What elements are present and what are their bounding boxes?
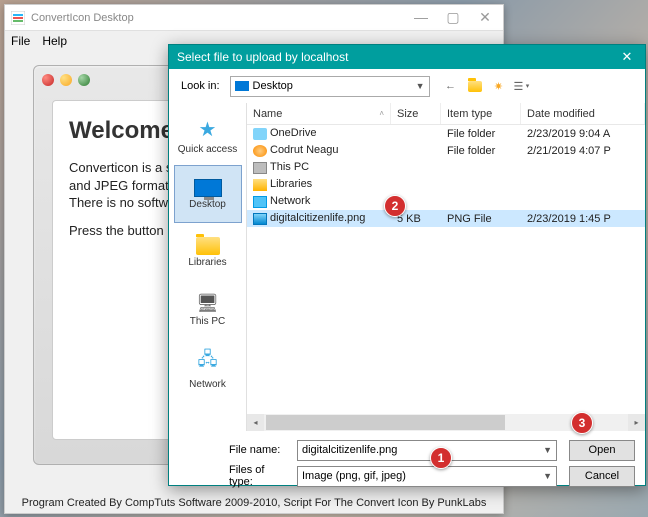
folder-icon <box>196 237 220 255</box>
libraries-icon <box>253 179 267 191</box>
file-type-label: Files of type: <box>179 464 291 488</box>
dialog-bottom: File name: digitalcitizenlife.png ▼ Open… <box>169 431 645 495</box>
desktop-icon <box>235 81 249 91</box>
sort-caret-icon: ˄ <box>379 109 384 118</box>
app-icon <box>11 11 25 25</box>
place-label: This PC <box>190 316 226 327</box>
new-folder-button[interactable]: ✷ <box>490 77 508 95</box>
col-size[interactable]: Size <box>391 103 441 124</box>
menu-help[interactable]: Help <box>42 34 67 48</box>
views-button[interactable]: ☰▾ <box>514 77 532 95</box>
place-libraries[interactable]: Libraries <box>174 223 242 281</box>
monitor-icon <box>194 179 222 197</box>
file-type-value: Image (png, gif, jpeg) <box>302 470 406 482</box>
chevron-down-icon[interactable]: ▼ <box>543 471 552 481</box>
file-name-value: digitalcitizenlife.png <box>302 444 397 456</box>
place-network[interactable]: 🖧 Network <box>174 339 242 397</box>
inner-close-icon[interactable] <box>42 74 54 86</box>
maximize-button[interactable]: ▢ <box>441 9 465 26</box>
col-date[interactable]: Date modified <box>521 103 645 124</box>
cloud-icon <box>253 128 267 140</box>
main-title: ConvertIcon Desktop <box>31 12 134 24</box>
table-row-selected[interactable]: digitalcitizenlife.png 5 KB PNG File 2/2… <box>247 210 645 227</box>
footer-text: Program Created By CompTuts Software 200… <box>5 497 503 509</box>
file-rows: OneDrive File folder 2/23/2019 9:04 A Co… <box>247 125 645 414</box>
table-row[interactable]: OneDrive File folder 2/23/2019 9:04 A <box>247 125 645 142</box>
chevron-down-icon[interactable]: ▼ <box>543 445 552 455</box>
network-icon <box>253 196 267 208</box>
look-in-combo[interactable]: Desktop ▼ <box>230 76 430 97</box>
up-one-level-button[interactable] <box>466 77 484 95</box>
place-label: Network <box>189 379 226 390</box>
file-list-area: Name˄ Size Item type Date modified OneDr… <box>247 103 645 431</box>
close-button[interactable]: ✕ <box>473 9 497 26</box>
place-this-pc[interactable]: 🖥 This PC <box>174 281 242 339</box>
scroll-right-icon[interactable]: ▸ <box>628 414 645 431</box>
file-type-combo[interactable]: Image (png, gif, jpeg) ▼ <box>297 466 557 487</box>
callout-3: 3 <box>571 412 593 434</box>
dialog-toolbar: Look in: Desktop ▼ ← ✷ ☰▾ <box>169 69 645 103</box>
dialog-titlebar[interactable]: Select file to upload by localhost ✕ <box>169 45 645 69</box>
image-file-icon <box>253 213 267 225</box>
table-row[interactable]: This PC <box>247 159 645 176</box>
inner-zoom-icon[interactable] <box>78 74 90 86</box>
chevron-down-icon: ▼ <box>416 81 425 91</box>
callout-2: 2 <box>384 195 406 217</box>
callout-1: 1 <box>430 447 452 469</box>
open-button[interactable]: Open <box>569 440 635 461</box>
col-type[interactable]: Item type <box>441 103 521 124</box>
column-headers: Name˄ Size Item type Date modified <box>247 103 645 125</box>
table-row[interactable]: Network <box>247 193 645 210</box>
col-name[interactable]: Name˄ <box>247 103 391 124</box>
pc-icon: 🖥 <box>196 293 219 314</box>
scroll-thumb[interactable] <box>266 415 505 430</box>
place-desktop[interactable]: Desktop <box>174 165 242 223</box>
place-label: Quick access <box>178 144 237 155</box>
menu-file[interactable]: File <box>11 34 30 48</box>
back-button[interactable]: ← <box>442 77 460 95</box>
scroll-left-icon[interactable]: ◂ <box>247 414 264 431</box>
place-label: Desktop <box>189 199 226 210</box>
network-icon: 🖧 <box>197 347 217 377</box>
place-quick-access[interactable]: ★ Quick access <box>174 107 242 165</box>
table-row[interactable]: Codrut Neagu File folder 2/21/2019 4:07 … <box>247 142 645 159</box>
star-icon: ★ <box>199 117 217 142</box>
file-name-label: File name: <box>179 444 291 456</box>
user-icon <box>253 145 267 157</box>
file-name-input[interactable]: digitalcitizenlife.png ▼ <box>297 440 557 461</box>
look-in-label: Look in: <box>181 80 220 92</box>
minimize-button[interactable]: — <box>409 9 433 26</box>
place-label: Libraries <box>188 257 226 268</box>
inner-minimize-icon[interactable] <box>60 74 72 86</box>
look-in-value: Desktop <box>253 80 293 92</box>
places-bar: ★ Quick access Desktop Libraries 🖥 This … <box>169 103 247 431</box>
table-row[interactable]: Libraries <box>247 176 645 193</box>
dialog-close-button[interactable]: ✕ <box>617 49 637 65</box>
cancel-button[interactable]: Cancel <box>569 466 635 487</box>
pc-icon <box>253 162 267 174</box>
main-titlebar[interactable]: ConvertIcon Desktop — ▢ ✕ <box>5 5 503 31</box>
dialog-title: Select file to upload by localhost <box>177 50 348 64</box>
